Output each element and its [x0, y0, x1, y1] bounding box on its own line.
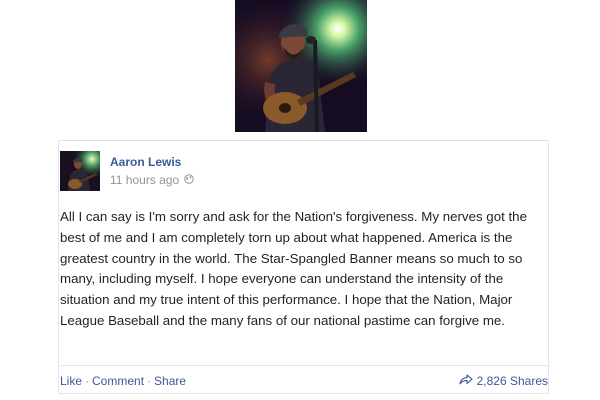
- post-card: Aaron Lewis 11 hours ago All I can say i…: [58, 140, 549, 394]
- like-link[interactable]: Like: [60, 374, 82, 388]
- action-separator: ·: [147, 374, 152, 388]
- page: Aaron Lewis 11 hours ago All I can say i…: [0, 0, 600, 400]
- comment-link[interactable]: Comment: [92, 374, 144, 388]
- post-action-bar: Like · Comment · Share 2,826 Shares: [60, 365, 548, 394]
- post-timestamp[interactable]: 11 hours ago: [110, 173, 179, 187]
- shares-count-link[interactable]: 2,826 Shares: [459, 374, 548, 388]
- concert-photo-image: [235, 0, 367, 132]
- post-meta: 11 hours ago: [110, 173, 194, 187]
- post-photo[interactable]: [235, 0, 367, 132]
- author-name-link[interactable]: Aaron Lewis: [110, 155, 181, 169]
- shares-count-label: 2,826 Shares: [476, 374, 548, 388]
- share-link[interactable]: Share: [154, 374, 186, 388]
- author-avatar[interactable]: [60, 151, 100, 191]
- globe-icon[interactable]: [184, 173, 194, 187]
- avatar-image: [60, 151, 100, 191]
- share-arrow-icon: [459, 374, 473, 388]
- action-separator: ·: [85, 374, 90, 388]
- post-actions: Like · Comment · Share: [60, 374, 186, 388]
- post-body-text: All I can say is I'm sorry and ask for t…: [60, 209, 527, 328]
